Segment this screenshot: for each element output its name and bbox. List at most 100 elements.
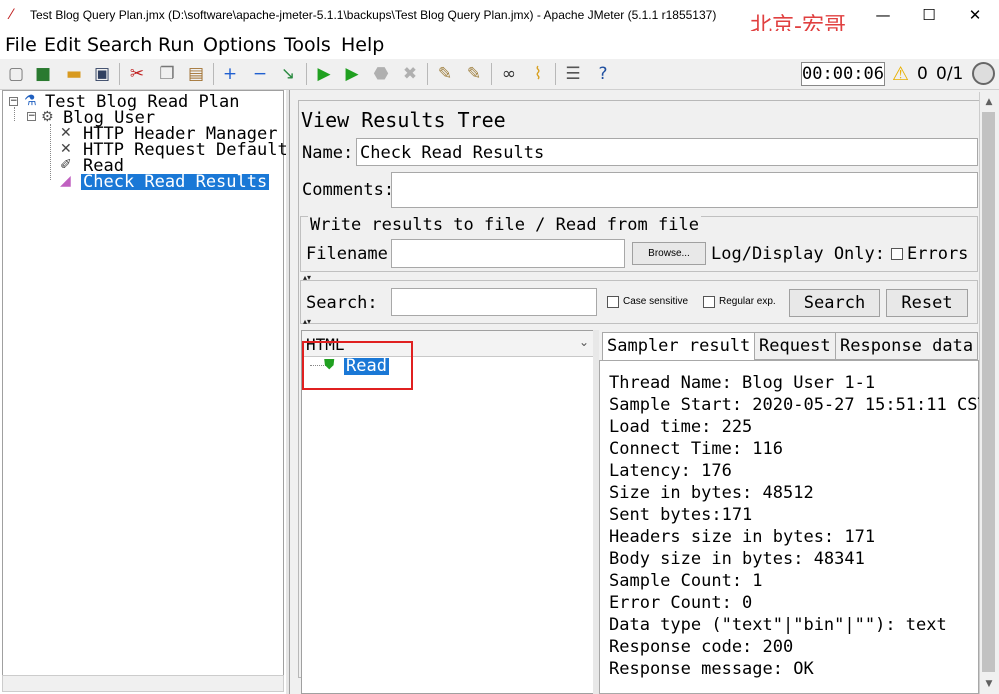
clear-all-icon[interactable]: ✎ (463, 63, 485, 85)
new-icon[interactable]: ▢ (5, 63, 27, 85)
stop-icon[interactable]: ⬣ (370, 63, 392, 85)
result-line: Thread Name: Blog User 1-1 (609, 373, 876, 393)
search-button[interactable]: Search (789, 289, 880, 317)
help-icon[interactable]: ? (592, 63, 614, 85)
highlight-annotation (302, 341, 413, 390)
scroll-down-icon[interactable]: ▼ (980, 676, 998, 692)
minimize-button[interactable]: — (860, 0, 906, 31)
panel-heading: View Results Tree (301, 108, 506, 132)
expand-icon[interactable]: + (219, 63, 241, 85)
warning-icon[interactable]: ⚠ (892, 62, 909, 86)
split-arrows-icon[interactable]: ▴▾ (303, 317, 311, 326)
start-no-pauses-icon[interactable]: ▶ (341, 63, 363, 85)
tab-response-data[interactable]: Response data (835, 332, 979, 360)
tree-node-results-tree[interactable]: Check Read Results (81, 174, 270, 191)
search-binoculars-icon[interactable]: ∞ (498, 63, 520, 85)
result-line: Sample Count: 1 (609, 571, 763, 591)
regular-exp-checkbox[interactable] (703, 296, 715, 308)
menu-edit[interactable]: Edit (44, 34, 81, 56)
templates-icon[interactable]: ■ (32, 63, 54, 85)
result-line: Data type ("text"|"bin"|""): text (609, 615, 947, 635)
menu-run[interactable]: Run (158, 34, 194, 56)
result-line: Latency: 176 (609, 461, 732, 481)
scroll-up-icon[interactable]: ▲ (980, 94, 998, 110)
filename-input[interactable] (391, 239, 625, 268)
toolbar-separator (427, 63, 428, 85)
config-element-icon: ✕ (60, 125, 72, 141)
sampler-pen-icon: ✐ (60, 157, 72, 173)
toolbar-separator (555, 63, 556, 85)
menu-bar: File Edit Search Run Options Tools Help (0, 31, 999, 59)
filename-label: Filename (306, 244, 388, 264)
toolbar-separator (306, 63, 307, 85)
tree-connector (14, 107, 15, 121)
scrollbar-thumb[interactable] (982, 112, 995, 672)
result-line: Headers size in bytes: 171 (609, 527, 876, 547)
clear-icon[interactable]: ✎ (434, 63, 456, 85)
active-thread-count: 0/1 (936, 64, 964, 84)
close-button[interactable]: ✕ (952, 0, 998, 31)
result-line: Error Count: 0 (609, 593, 753, 613)
menu-tools[interactable]: Tools (284, 34, 331, 56)
chevron-down-icon[interactable]: ⌄ (579, 335, 589, 349)
menu-help[interactable]: Help (341, 34, 384, 56)
config-element-icon: ✕ (60, 141, 72, 157)
regular-exp-label: Regular exp. (719, 296, 776, 307)
toolbar-separator (119, 63, 120, 85)
test-plan-tree: − ⚗ Test Blog Read Plan − ⚙ Blog User ✕ … (2, 90, 288, 678)
sampler-result-text: Thread Name: Blog User 1-1 Sample Start:… (599, 360, 988, 694)
log-display-label: Log/Display Only: (711, 244, 885, 264)
name-field[interactable]: Check Read Results (356, 138, 978, 166)
result-line: Load time: 225 (609, 417, 753, 437)
result-line: Response code: 200 (609, 637, 794, 657)
search-label: Search: (306, 293, 378, 313)
reset-search-broom-icon[interactable]: ⌇ (527, 63, 549, 85)
thread-group-gear-icon: ⚙ (41, 109, 54, 125)
title-bar: ⁄ Test Blog Query Plan.jmx (D:\software\… (0, 0, 999, 39)
copy-icon[interactable]: ❐ (156, 63, 178, 85)
result-line: Body size in bytes: 48341 (609, 549, 865, 569)
menu-file[interactable]: File (5, 34, 37, 56)
errors-label: Errors (907, 244, 969, 264)
tree-connector (50, 124, 51, 180)
reset-button[interactable]: Reset (886, 289, 968, 317)
panel-vertical-scrollbar[interactable]: ▲ ▼ (979, 92, 997, 694)
save-icon[interactable]: ▣ (91, 63, 113, 85)
comments-field[interactable] (391, 172, 978, 208)
paste-icon[interactable]: ▤ (185, 63, 207, 85)
sample-detail-panel: Sampler result Request Response data Thr… (599, 330, 988, 694)
test-plan-icon: ⚗ (24, 93, 37, 109)
elapsed-timer: 00:00:06 (801, 62, 885, 86)
collapse-toggle-icon[interactable]: − (9, 97, 18, 106)
shutdown-icon[interactable]: ✖ (399, 63, 421, 85)
cut-icon[interactable]: ✂ (126, 63, 148, 85)
result-line: Sent bytes:171 (609, 505, 753, 525)
result-line: Sample Start: 2020-05-27 15:51:11 CST (609, 395, 988, 415)
open-icon[interactable]: ▬ (63, 63, 85, 85)
collapse-toggle-icon[interactable]: − (27, 112, 36, 121)
name-label: Name: (302, 143, 354, 163)
toolbar-separator (491, 63, 492, 85)
case-sensitive-checkbox[interactable] (607, 296, 619, 308)
search-input[interactable] (391, 288, 597, 316)
file-section-title: Write results to file / Read from file (308, 215, 701, 235)
tab-sampler-result[interactable]: Sampler result (602, 332, 756, 362)
collapse-icon[interactable]: − (249, 63, 271, 85)
function-helper-icon[interactable]: ☰ (562, 63, 584, 85)
errors-checkbox[interactable] (891, 248, 903, 260)
window-title: Test Blog Query Plan.jmx (D:\software\ap… (30, 8, 717, 22)
toggle-icon[interactable]: ↘ (277, 63, 299, 85)
tab-request[interactable]: Request (754, 332, 836, 360)
tree-horizontal-scrollbar[interactable] (2, 675, 284, 692)
case-sensitive-label: Case sensitive (623, 296, 689, 307)
start-icon[interactable]: ▶ (313, 63, 335, 85)
menu-options[interactable]: Options (203, 34, 276, 56)
browse-button[interactable]: Browse... (632, 242, 706, 265)
toolbar: ▢ ■ ▬ ▣ ✂ ❐ ▤ + − ↘ ▶ ▶ ⬣ ✖ ✎ ✎ ∞ ⌇ ☰ ? … (0, 59, 999, 90)
toolbar-separator (213, 63, 214, 85)
warning-count: 0 (917, 64, 928, 84)
menu-search[interactable]: Search (87, 34, 152, 56)
remote-status-icon (972, 62, 995, 85)
listener-chart-icon: ◢ (60, 173, 71, 189)
maximize-button[interactable]: ☐ (906, 0, 952, 31)
